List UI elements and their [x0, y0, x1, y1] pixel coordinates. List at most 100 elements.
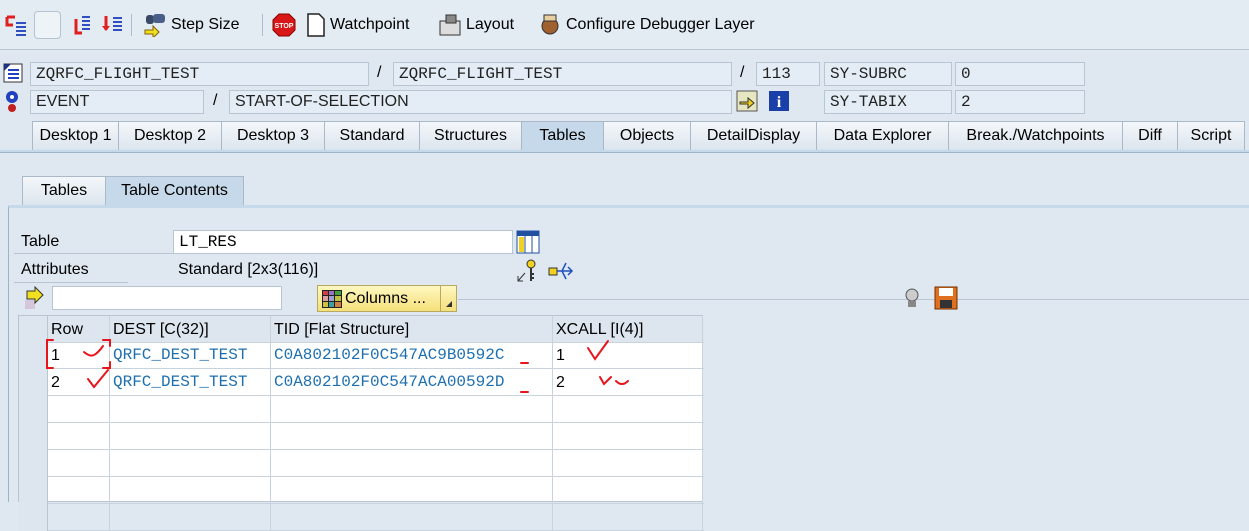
- stop-icon: STOP: [272, 13, 296, 37]
- step-into-button[interactable]: [4, 10, 28, 40]
- columns-button-label: Columns ...: [345, 289, 426, 307]
- step-size-label: Step Size: [171, 16, 240, 33]
- svg-text:i: i: [777, 94, 782, 111]
- tab-tables[interactable]: Tables: [521, 121, 604, 150]
- sy-subrc-label: SY-SUBRC: [824, 62, 952, 86]
- sy-tabix-value: 2: [955, 90, 1085, 114]
- empty-cell: [48, 423, 110, 450]
- table-row[interactable]: 2 QRFC_DEST_TEST C0A802102F0C547ACA00592…: [19, 369, 704, 396]
- subtab-tables[interactable]: Tables: [22, 176, 106, 205]
- layout-button[interactable]: Layout: [438, 10, 514, 40]
- row-selector[interactable]: [19, 342, 48, 369]
- subtab-table-contents[interactable]: Table Contents: [105, 176, 244, 205]
- step-into-icon: [5, 15, 26, 36]
- column-header-row[interactable]: Row: [48, 316, 110, 343]
- table-label: Table: [21, 233, 60, 250]
- tab-diff[interactable]: Diff: [1122, 121, 1178, 150]
- svg-text:STOP: STOP: [275, 23, 294, 30]
- empty-row: [19, 423, 704, 450]
- table-columns-icon[interactable]: [516, 230, 540, 254]
- columns-button[interactable]: Columns ...: [317, 285, 457, 312]
- event-field: START-OF-SELECTION: [229, 90, 732, 114]
- stop-button[interactable]: STOP: [272, 10, 296, 40]
- empty-cell: [553, 450, 703, 477]
- step-size-button[interactable]: Step Size: [143, 10, 239, 40]
- tab-desktop-3[interactable]: Desktop 3: [221, 121, 325, 150]
- tab-detaildisplay[interactable]: DetailDisplay: [690, 121, 817, 150]
- empty-cell: [553, 504, 703, 531]
- column-header-tid[interactable]: TID [Flat Structure]: [271, 316, 553, 343]
- empty-cell: [110, 396, 271, 423]
- row-selector[interactable]: [19, 369, 48, 396]
- tid-cell[interactable]: C0A802102F0C547ACA00592D: [271, 369, 553, 396]
- key-icon[interactable]: [516, 259, 540, 283]
- empty-cell: [110, 477, 271, 504]
- xcall-cell: 1: [553, 342, 703, 369]
- goto-arrow-icon[interactable]: [24, 286, 46, 310]
- select-all-cell[interactable]: [19, 316, 48, 343]
- columns-dropdown-icon[interactable]: [440, 286, 456, 311]
- tab-objects[interactable]: Objects: [603, 121, 691, 150]
- tab-data-explorer[interactable]: Data Explorer: [816, 121, 949, 150]
- program-field: ZQRFC_FLIGHT_TEST: [30, 62, 369, 86]
- empty-row: [19, 396, 704, 423]
- event-gear-icon: [6, 91, 18, 112]
- empty-cell: [271, 423, 553, 450]
- row-selector[interactable]: [19, 450, 48, 477]
- column-header-xcall[interactable]: XCALL [I(4)]: [553, 316, 703, 343]
- row-selector[interactable]: [19, 477, 48, 504]
- configure-debugger-layer-button[interactable]: Configure Debugger Layer: [538, 10, 755, 40]
- filter-input[interactable]: [52, 286, 282, 310]
- dest-cell[interactable]: QRFC_DEST_TEST: [110, 342, 271, 369]
- tab-desktop-2[interactable]: Desktop 2: [118, 121, 222, 150]
- dest-cell[interactable]: QRFC_DEST_TEST: [110, 369, 271, 396]
- export-icon[interactable]: [548, 259, 574, 283]
- empty-row: [19, 477, 704, 504]
- empty-cell: [553, 396, 703, 423]
- row-selector[interactable]: [19, 396, 48, 423]
- tab-script[interactable]: Script: [1177, 121, 1245, 150]
- empty-cell: [48, 450, 110, 477]
- blank-button[interactable]: [34, 11, 61, 39]
- save-icon[interactable]: [934, 286, 958, 310]
- return-button[interactable]: [100, 10, 124, 40]
- bulb-icon[interactable]: [904, 287, 920, 309]
- empty-cell: [553, 423, 703, 450]
- tab-break-watchpoints[interactable]: Break./Watchpoints: [948, 121, 1123, 150]
- event-type-field: EVENT: [30, 90, 204, 114]
- table-row[interactable]: 1 QRFC_DEST_TEST C0A802102F0C547AC9B0592…: [19, 342, 704, 369]
- tid-cell[interactable]: C0A802102F0C547AC9B0592C: [271, 342, 553, 369]
- navigate-source-icon[interactable]: [736, 90, 758, 112]
- empty-cell: [48, 396, 110, 423]
- tab-desktop-1[interactable]: Desktop 1: [32, 121, 119, 150]
- tab-strip-line: [0, 150, 1249, 153]
- sy-subrc-value: 0: [955, 62, 1085, 86]
- line-number-field: 113: [756, 62, 820, 86]
- grid-header-row: Row DEST [C(32)] TID [Flat Structure] XC…: [19, 316, 704, 343]
- empty-row: [19, 504, 704, 531]
- row-selector[interactable]: [19, 423, 48, 450]
- tab-structures[interactable]: Structures: [419, 121, 522, 150]
- table-name-input[interactable]: LT_RES: [173, 230, 513, 254]
- empty-cell: [110, 450, 271, 477]
- step-size-icon: [144, 14, 165, 37]
- watchpoint-label: Watchpoint: [330, 16, 410, 33]
- grid-icon: [322, 289, 342, 308]
- empty-cell: [271, 504, 553, 531]
- empty-cell: [48, 477, 110, 504]
- empty-cell: [553, 477, 703, 504]
- configure-label: Configure Debugger Layer: [566, 16, 755, 33]
- watchpoint-button[interactable]: Watchpoint: [306, 10, 409, 40]
- column-header-dest[interactable]: DEST [C(32)]: [110, 316, 271, 343]
- xcall-cell: 2: [553, 369, 703, 396]
- step-over-button[interactable]: [68, 10, 92, 40]
- include-field: ZQRFC_FLIGHT_TEST: [393, 62, 732, 86]
- document-icon: [307, 13, 325, 37]
- empty-cell: [271, 450, 553, 477]
- empty-cell: [110, 504, 271, 531]
- empty-cell: [110, 423, 271, 450]
- row-selector[interactable]: [19, 504, 48, 531]
- tab-standard[interactable]: Standard: [324, 121, 420, 150]
- info-icon[interactable]: i: [768, 90, 790, 112]
- row-number: 1: [48, 342, 110, 369]
